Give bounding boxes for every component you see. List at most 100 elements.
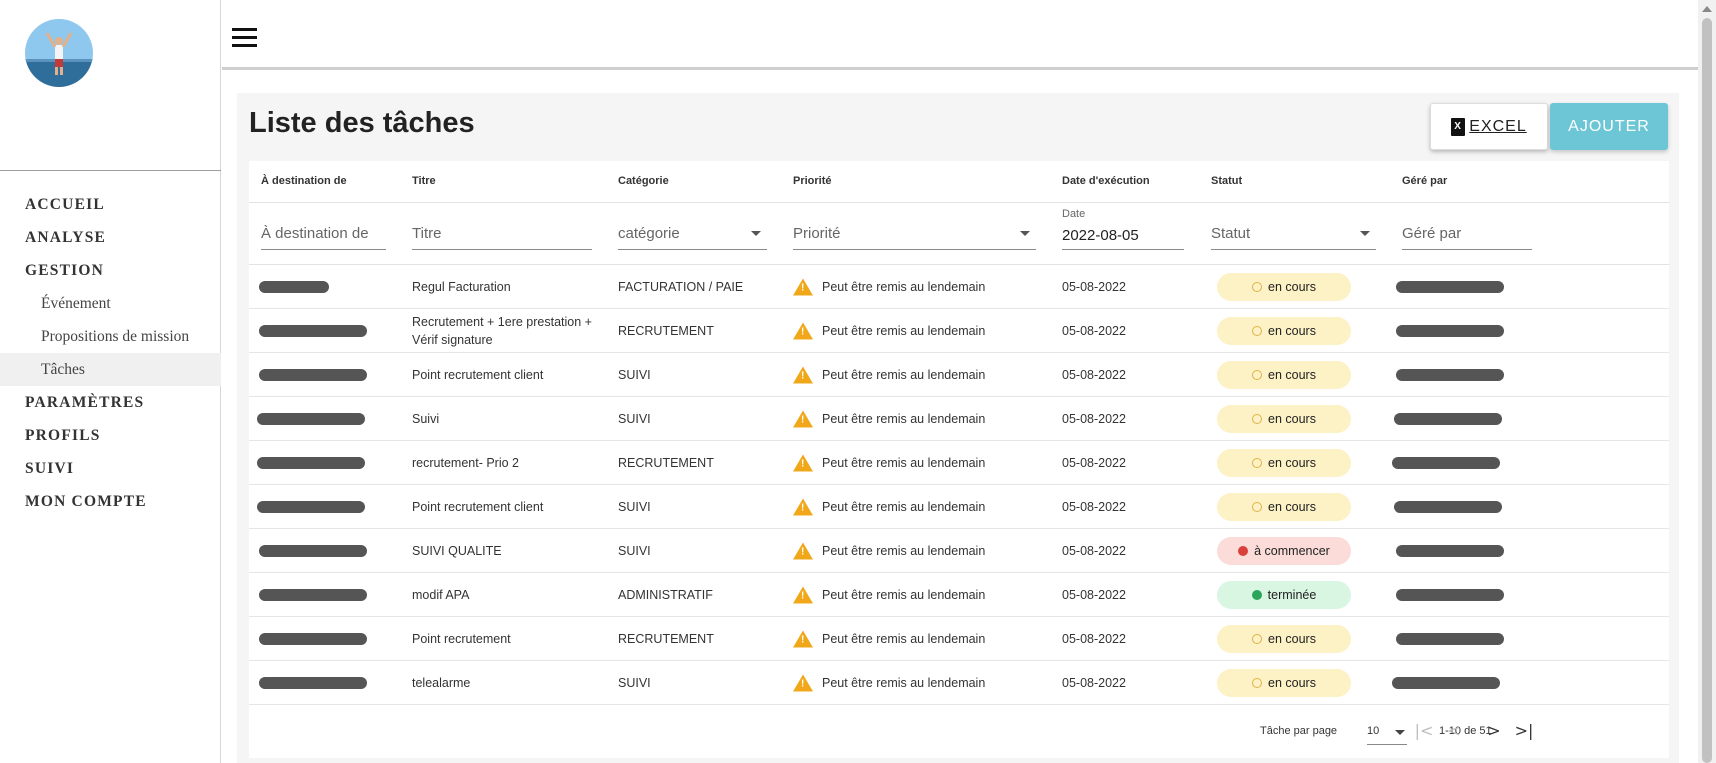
redacted-destination bbox=[259, 280, 329, 293]
filter-titre-input[interactable] bbox=[412, 217, 592, 250]
pagination: Tâche par page 10 1-10 de 51 |< < > >| bbox=[249, 705, 1669, 758]
table-row[interactable]: SUIVI QUALITE SUIVI Peut être remis au len… bbox=[249, 529, 1669, 573]
table-row[interactable]: Point recrutement client SUIVI Peut être r… bbox=[249, 353, 1669, 397]
status-badge: en cours bbox=[1217, 316, 1351, 345]
nav-suivi[interactable]: SUIVI bbox=[0, 452, 221, 485]
header-gere-par[interactable]: Géré par bbox=[1402, 175, 1447, 187]
cell-categorie: SUIVI bbox=[618, 543, 651, 558]
status-badge: terminée bbox=[1217, 580, 1351, 609]
redacted-gere-par bbox=[1396, 324, 1504, 337]
rows-per-page-select[interactable]: 10 bbox=[1367, 717, 1407, 745]
cell-date: 05-08-2022 bbox=[1062, 279, 1126, 294]
first-page-icon[interactable]: |< bbox=[1411, 718, 1437, 744]
redacted-destination bbox=[259, 632, 367, 645]
cell-date: 05-08-2022 bbox=[1062, 323, 1126, 338]
clock-icon bbox=[1252, 677, 1263, 688]
nav-analyse[interactable]: ANALYSE bbox=[0, 221, 221, 254]
nav-profils[interactable]: PROFILS bbox=[0, 419, 221, 452]
filter-categorie[interactable] bbox=[618, 217, 767, 250]
filter-destination-input[interactable] bbox=[261, 217, 386, 250]
previous-page-icon[interactable]: < bbox=[1441, 718, 1467, 744]
excel-file-icon bbox=[1451, 117, 1466, 136]
filter-categorie-select[interactable] bbox=[618, 217, 767, 250]
redacted-destination bbox=[257, 412, 365, 425]
excel-export-button[interactable]: EXCEL bbox=[1430, 103, 1548, 150]
nav-accueil[interactable]: ACCUEIL bbox=[0, 188, 221, 221]
table-row[interactable]: modif APA ADMINISTRATIF Peut être remis au… bbox=[249, 573, 1669, 617]
redacted-destination bbox=[259, 544, 367, 557]
cell-date: 05-08-2022 bbox=[1062, 543, 1126, 558]
warning-icon bbox=[793, 410, 813, 427]
table-row[interactable]: telealarme SUIVI Peut être remis au lendem… bbox=[249, 661, 1669, 705]
cell-titre: Point recrutement client bbox=[412, 367, 544, 382]
clock-icon bbox=[1252, 325, 1263, 336]
status-badge: en cours bbox=[1217, 492, 1351, 521]
nav-parametres[interactable]: PARAMÈTRES bbox=[0, 386, 221, 419]
status-label: en cours bbox=[1268, 323, 1316, 338]
filter-titre[interactable] bbox=[412, 217, 592, 250]
status-label: en cours bbox=[1268, 631, 1316, 646]
nav-mon-compte[interactable]: MON COMPTE bbox=[0, 485, 221, 518]
table-row[interactable]: Regul Facturation FACTURATION / PAIE Peut … bbox=[249, 265, 1669, 309]
redacted-destination bbox=[259, 588, 367, 601]
redacted-destination bbox=[257, 500, 365, 513]
warning-icon bbox=[793, 498, 813, 515]
nav-evenement[interactable]: Événement bbox=[0, 287, 221, 320]
redacted-gere-par bbox=[1396, 368, 1504, 381]
table-row[interactable]: recrutement- Prio 2 RECRUTEMENT Peut être … bbox=[249, 441, 1669, 485]
cell-titre: recrutement- Prio 2 bbox=[412, 455, 519, 470]
warning-icon bbox=[793, 586, 813, 603]
filter-priorite[interactable] bbox=[793, 217, 1036, 250]
cell-priorite: Peut être remis au lendemain bbox=[822, 411, 986, 426]
scroll-up-icon[interactable] bbox=[1702, 6, 1712, 12]
filter-destination[interactable] bbox=[261, 217, 386, 250]
header-date-execution[interactable]: Date d'exécution bbox=[1062, 175, 1150, 187]
header-titre[interactable]: Titre bbox=[412, 175, 436, 187]
status-label: en cours bbox=[1268, 499, 1316, 514]
header-statut[interactable]: Statut bbox=[1211, 175, 1242, 187]
header-destination[interactable]: À destination de bbox=[261, 175, 347, 187]
menu-icon[interactable] bbox=[232, 28, 257, 48]
clock-icon bbox=[1252, 413, 1263, 424]
redacted-gere-par bbox=[1396, 544, 1504, 557]
redacted-gere-par bbox=[1392, 676, 1500, 689]
nav-gestion[interactable]: GESTION bbox=[0, 254, 221, 287]
scroll-thumb[interactable] bbox=[1702, 18, 1712, 763]
nav-taches[interactable]: Tâches bbox=[0, 353, 221, 386]
sidebar-divider bbox=[0, 170, 221, 171]
cell-date: 05-08-2022 bbox=[1062, 499, 1126, 514]
status-badge: en cours bbox=[1217, 448, 1351, 477]
chevron-down-icon bbox=[1020, 231, 1030, 236]
filter-date-label: Date bbox=[1062, 208, 1086, 220]
avatar[interactable] bbox=[25, 19, 93, 87]
add-task-button[interactable]: AJOUTER bbox=[1550, 103, 1668, 150]
next-page-icon[interactable]: > bbox=[1481, 718, 1507, 744]
cell-titre: Point recrutement bbox=[412, 631, 511, 646]
cell-titre: telealarme bbox=[412, 675, 471, 690]
last-page-icon[interactable]: >| bbox=[1511, 718, 1537, 744]
cell-categorie: SUIVI bbox=[618, 675, 651, 690]
filter-gere-par[interactable] bbox=[1402, 217, 1532, 250]
filter-priorite-select[interactable] bbox=[793, 217, 1036, 250]
chevron-down-icon bbox=[1395, 730, 1405, 735]
table-row[interactable]: Recrutement + 1ere prestation + Vérif si… bbox=[249, 309, 1669, 353]
filter-date[interactable]: Date 2022-08-05 bbox=[1062, 208, 1184, 250]
header-categorie[interactable]: Catégorie bbox=[618, 175, 669, 187]
filter-statut-select[interactable] bbox=[1211, 217, 1376, 250]
page-scrollbar[interactable] bbox=[1698, 0, 1716, 763]
cell-priorite: Peut être remis au lendemain bbox=[822, 323, 986, 338]
nav-propositions-mission[interactable]: Propositions de mission bbox=[0, 320, 221, 353]
filter-statut[interactable] bbox=[1211, 217, 1376, 250]
clock-icon bbox=[1252, 369, 1263, 380]
warning-icon bbox=[793, 542, 813, 559]
clock-icon bbox=[1252, 633, 1263, 644]
cell-titre: SUIVI QUALITE bbox=[412, 543, 502, 558]
header-priorite[interactable]: Priorité bbox=[793, 175, 832, 187]
table-row[interactable]: Point recrutement RECRUTEMENT Peut être re… bbox=[249, 617, 1669, 661]
filter-gere-par-input[interactable] bbox=[1402, 217, 1532, 250]
filter-date-value[interactable]: 2022-08-05 bbox=[1062, 227, 1139, 244]
warning-icon bbox=[793, 278, 813, 295]
cell-titre: Regul Facturation bbox=[412, 279, 511, 294]
table-row[interactable]: Point recrutement client SUIVI Peut être r… bbox=[249, 485, 1669, 529]
table-row[interactable]: Suivi SUIVI Peut être remis au lendemain 05… bbox=[249, 397, 1669, 441]
